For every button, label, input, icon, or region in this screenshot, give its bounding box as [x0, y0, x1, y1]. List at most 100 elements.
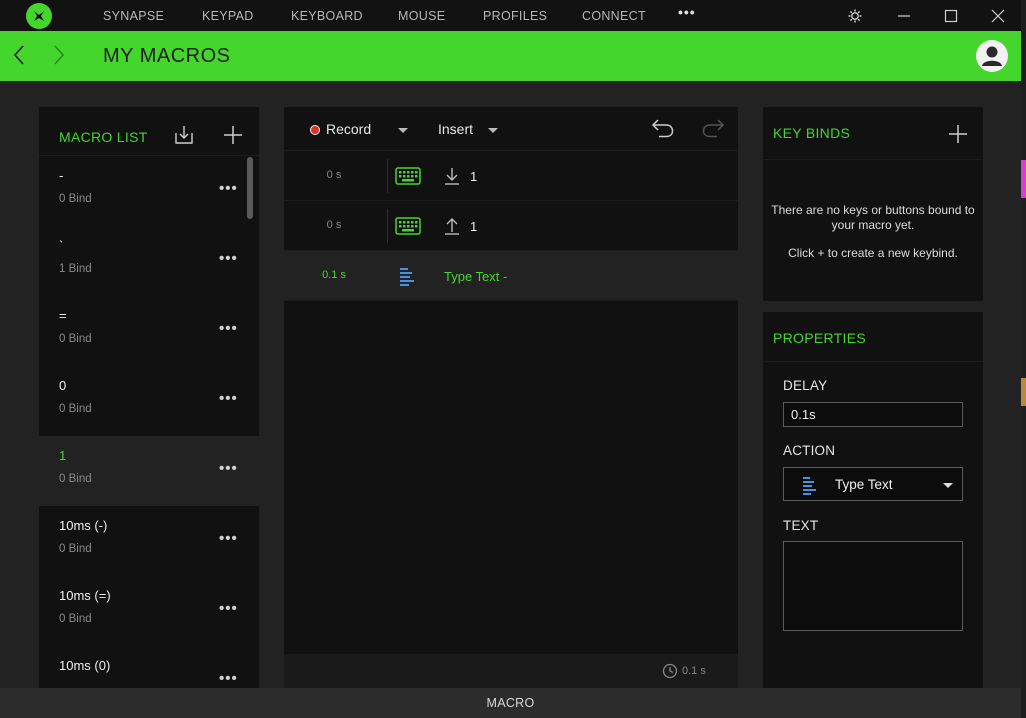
delay-label: DELAY	[783, 378, 828, 393]
top-nav-bar: SYNAPSE KEYPAD KEYBOARD MOUSE PROFILES C…	[0, 0, 1026, 31]
settings-gear-icon[interactable]	[845, 6, 865, 26]
divider	[387, 209, 388, 243]
macro-list-item[interactable]: ` 1 Bind •••	[39, 226, 249, 296]
step-key: 1	[470, 169, 478, 184]
insert-dropdown-caret-icon[interactable]	[488, 128, 498, 133]
macro-list-panel: MACRO LIST - 0 Bind ••• ` 1 Bind ••• = 0…	[39, 107, 259, 689]
properties-heading: PROPERTIES	[773, 330, 866, 346]
bottom-bar: MACRO	[0, 688, 1026, 718]
delay-input[interactable]	[783, 402, 963, 427]
keyboard-icon	[395, 166, 421, 186]
macro-list-item[interactable]: 10ms (=) 0 Bind •••	[39, 576, 249, 646]
key-down-arrow-icon	[444, 166, 460, 186]
record-dropdown-caret-icon[interactable]	[398, 128, 408, 133]
type-text-icon	[802, 475, 818, 495]
window-edge	[1021, 0, 1026, 718]
editor-toolbar: Record Insert	[284, 107, 738, 151]
macro-list-item-selected[interactable]: 1 0 Bind •••	[39, 436, 259, 506]
clock-icon	[662, 663, 678, 679]
text-input[interactable]	[783, 541, 963, 631]
key-binds-heading: KEY BINDS	[773, 125, 851, 141]
key-binds-panel: KEY BINDS There are no keys or buttons b…	[763, 107, 983, 301]
window-edge-accent	[1021, 160, 1026, 198]
macro-list-item[interactable]: = 0 Bind •••	[39, 296, 249, 366]
nav-profiles[interactable]: PROFILES	[483, 9, 547, 23]
insert-button[interactable]: Insert	[438, 121, 473, 137]
macro-name: =	[59, 308, 67, 323]
undo-icon[interactable]	[650, 116, 676, 140]
key-binds-hint: Click + to create a new keybind.	[788, 246, 958, 260]
macro-name: `	[59, 238, 64, 253]
macro-list-scroll-thumb[interactable]	[247, 157, 253, 219]
macro-options-icon[interactable]: •••	[219, 600, 238, 617]
macro-step-row[interactable]: 0 s 1	[284, 151, 738, 201]
properties-panel: PROPERTIES DELAY ACTION Type Text TEXT	[763, 312, 983, 689]
page-title: MY MACROS	[103, 45, 231, 67]
page-header: MY MACROS	[0, 31, 1026, 81]
divider	[763, 361, 983, 362]
macro-bind-count: 0 Bind	[59, 543, 92, 555]
macro-bind-count: 0 Bind	[59, 613, 92, 625]
editor-footer: 0.1 s	[284, 654, 738, 689]
chevron-down-icon	[943, 483, 953, 488]
macro-bind-count: 0 Bind	[59, 193, 92, 205]
macro-list-scrollbar[interactable]	[249, 156, 259, 689]
record-button[interactable]: Record	[326, 121, 371, 137]
macro-options-icon[interactable]: •••	[219, 460, 238, 477]
step-delay[interactable]: 0.1 s	[284, 269, 384, 281]
macro-step-row[interactable]: 0 s 1	[284, 201, 738, 251]
nav-synapse[interactable]: SYNAPSE	[103, 9, 164, 23]
add-keybind-icon[interactable]	[948, 124, 968, 144]
module-label: MACRO	[486, 696, 535, 710]
macro-list-item[interactable]: 10ms (0) •••	[39, 646, 249, 689]
total-time: 0.1 s	[682, 665, 706, 677]
macro-options-icon[interactable]: •••	[219, 250, 238, 267]
macro-bind-count: 0 Bind	[59, 403, 92, 415]
macro-name: 1	[59, 448, 67, 463]
macro-options-icon[interactable]: •••	[219, 180, 238, 197]
nav-more-icon[interactable]: •••	[678, 4, 696, 20]
macro-options-icon[interactable]: •••	[219, 670, 238, 687]
close-icon[interactable]	[988, 6, 1008, 26]
macro-list-item[interactable]: 10ms (-) 0 Bind •••	[39, 506, 249, 576]
forward-arrow-icon[interactable]	[48, 43, 68, 67]
macro-options-icon[interactable]: •••	[219, 530, 238, 547]
divider	[763, 159, 983, 160]
step-text: Type Text -	[444, 269, 508, 284]
step-delay[interactable]: 0 s	[284, 169, 384, 181]
macro-list-heading: MACRO LIST	[59, 129, 148, 145]
text-label: TEXT	[783, 518, 819, 533]
macro-options-icon[interactable]: •••	[219, 320, 238, 337]
maximize-icon[interactable]	[941, 6, 961, 26]
add-macro-icon[interactable]	[223, 125, 243, 145]
razer-logo-icon[interactable]	[26, 3, 52, 29]
macro-bind-count: 0 Bind	[59, 473, 92, 485]
step-delay[interactable]: 0 s	[284, 219, 384, 231]
macro-list-item[interactable]: 0 0 Bind •••	[39, 366, 249, 436]
macro-step-row-selected[interactable]: 0.1 s Type Text -	[284, 251, 738, 301]
nav-keypad[interactable]: KEYPAD	[202, 9, 254, 23]
divider	[387, 159, 388, 193]
nav-connect[interactable]: CONNECT	[582, 9, 646, 23]
window-edge-accent	[1021, 378, 1026, 406]
record-dot-icon	[310, 125, 320, 135]
macro-list-item[interactable]: - 0 Bind •••	[39, 156, 249, 226]
action-label: ACTION	[783, 443, 836, 458]
minimize-icon[interactable]	[894, 6, 914, 26]
nav-keyboard[interactable]: KEYBOARD	[291, 9, 363, 23]
key-binds-empty-message: There are no keys or buttons bound to yo…	[771, 203, 975, 232]
macro-options-icon[interactable]: •••	[219, 390, 238, 407]
type-text-icon	[398, 266, 424, 286]
back-arrow-icon[interactable]	[10, 43, 30, 67]
macro-bind-count: 1 Bind	[59, 263, 92, 275]
redo-icon[interactable]	[700, 116, 726, 140]
action-select[interactable]: Type Text	[783, 467, 963, 501]
keyboard-icon	[395, 216, 421, 236]
macro-editor-panel: Record Insert 0 s 1 0 s 1 0.1 s Type Tex…	[284, 107, 738, 689]
macro-name: 0	[59, 378, 67, 393]
avatar-icon[interactable]	[976, 40, 1008, 72]
import-icon[interactable]	[173, 124, 195, 146]
macro-name: 10ms (0)	[59, 658, 111, 673]
key-up-arrow-icon	[444, 216, 460, 236]
nav-mouse[interactable]: MOUSE	[398, 9, 445, 23]
